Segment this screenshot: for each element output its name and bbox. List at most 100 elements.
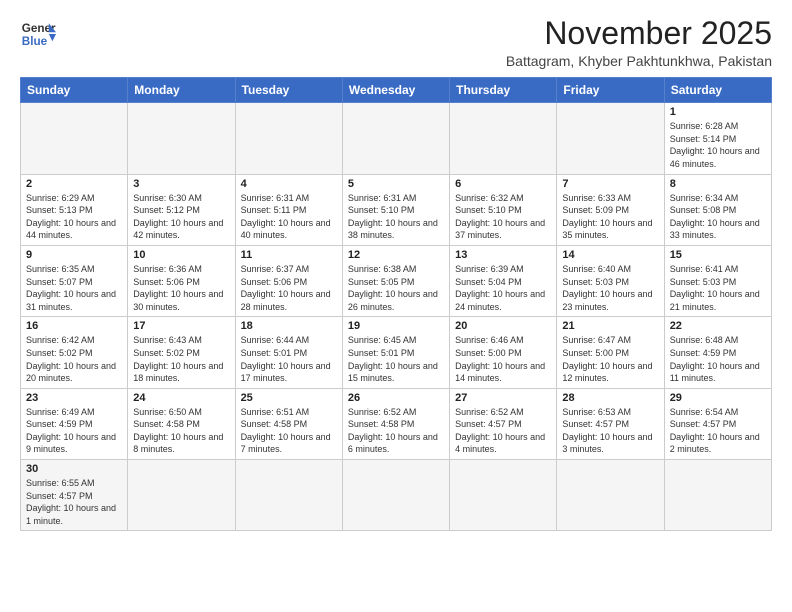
- day-info: Sunrise: 6:46 AM Sunset: 5:00 PM Dayligh…: [455, 334, 551, 384]
- table-row: 28 Sunrise: 6:53 AM Sunset: 4:57 PM Dayli…: [557, 388, 664, 459]
- day-number: 13: [455, 249, 551, 261]
- day-number: 27: [455, 392, 551, 404]
- table-row: 13Sunrise: 6:39 AM Sunset: 5:04 PM Dayli…: [450, 245, 557, 316]
- day-number: 4: [241, 178, 337, 190]
- table-row: 10 Sunrise: 6:36 AM Sunset: 5:06 PM Dayli…: [128, 245, 235, 316]
- day-number: 21: [562, 320, 658, 332]
- day-number: 25: [241, 392, 337, 404]
- day-info: Sunrise: 6:52 AM Sunset: 4:58 PM Dayligh…: [348, 406, 444, 456]
- day-info: Sunrise: 6:44 AM Sunset: 5:01 PM Dayligh…: [241, 334, 337, 384]
- title-block: November 2025 Battagram, Khyber Pakhtunk…: [506, 16, 772, 69]
- day-info: Sunrise: 6:47 AM Sunset: 5:00 PM Dayligh…: [562, 334, 658, 384]
- day-number: 10: [133, 249, 229, 261]
- logo: General Blue: [20, 16, 56, 52]
- table-row: [21, 103, 128, 174]
- calendar-week-row: 1 Sunrise: 6:28 AM Sunset: 5:14 PM Daylig…: [21, 103, 772, 174]
- day-info: Sunrise: 6:34 AM Sunset: 5:08 PM Dayligh…: [670, 192, 766, 242]
- day-number: 18: [241, 320, 337, 332]
- day-info: Sunrise: 6:54 AM Sunset: 4:57 PM Dayligh…: [670, 406, 766, 456]
- day-info: Sunrise: 6:41 AM Sunset: 5:03 PM Dayligh…: [670, 263, 766, 313]
- day-number: 14: [562, 249, 658, 261]
- day-info: Sunrise: 6:31 AM Sunset: 5:10 PM Dayligh…: [348, 192, 444, 242]
- day-info: Sunrise: 6:32 AM Sunset: 5:10 PM Dayligh…: [455, 192, 551, 242]
- table-row: [235, 103, 342, 174]
- header-sunday: Sunday: [21, 78, 128, 103]
- day-number: 3: [133, 178, 229, 190]
- header-friday: Friday: [557, 78, 664, 103]
- day-info: Sunrise: 6:40 AM Sunset: 5:03 PM Dayligh…: [562, 263, 658, 313]
- day-info: Sunrise: 6:38 AM Sunset: 5:05 PM Dayligh…: [348, 263, 444, 313]
- table-row: 22 Sunrise: 6:48 AM Sunset: 4:59 PM Dayli…: [664, 317, 771, 388]
- day-info: Sunrise: 6:28 AM Sunset: 5:14 PM Dayligh…: [670, 120, 766, 170]
- day-number: 7: [562, 178, 658, 190]
- day-info: Sunrise: 6:51 AM Sunset: 4:58 PM Dayligh…: [241, 406, 337, 456]
- header-wednesday: Wednesday: [342, 78, 449, 103]
- calendar-header-row: Sunday Monday Tuesday Wednesday Thursday…: [21, 78, 772, 103]
- table-row: [342, 103, 449, 174]
- day-number: 16: [26, 320, 122, 332]
- table-row: 8 Sunrise: 6:34 AM Sunset: 5:08 PM Daylig…: [664, 174, 771, 245]
- day-info: Sunrise: 6:48 AM Sunset: 4:59 PM Dayligh…: [670, 334, 766, 384]
- table-row: [450, 460, 557, 531]
- day-info: Sunrise: 6:53 AM Sunset: 4:57 PM Dayligh…: [562, 406, 658, 456]
- day-number: 8: [670, 178, 766, 190]
- location-subtitle: Battagram, Khyber Pakhtunkhwa, Pakistan: [506, 53, 772, 69]
- month-year-title: November 2025: [506, 16, 772, 51]
- table-row: 14 Sunrise: 6:40 AM Sunset: 5:03 PM Dayli…: [557, 245, 664, 316]
- calendar-week-row: 9Sunrise: 6:35 AM Sunset: 5:07 PM Daylig…: [21, 245, 772, 316]
- table-row: [450, 103, 557, 174]
- day-number: 6: [455, 178, 551, 190]
- table-row: 21 Sunrise: 6:47 AM Sunset: 5:00 PM Dayli…: [557, 317, 664, 388]
- table-row: 5 Sunrise: 6:31 AM Sunset: 5:10 PM Daylig…: [342, 174, 449, 245]
- day-number: 12: [348, 249, 444, 261]
- table-row: 3 Sunrise: 6:30 AM Sunset: 5:12 PM Daylig…: [128, 174, 235, 245]
- day-info: Sunrise: 6:49 AM Sunset: 4:59 PM Dayligh…: [26, 406, 122, 456]
- day-number: 1: [670, 106, 766, 118]
- day-number: 24: [133, 392, 229, 404]
- day-number: 30: [26, 463, 122, 475]
- table-row: 23 Sunrise: 6:49 AM Sunset: 4:59 PM Dayli…: [21, 388, 128, 459]
- day-number: 29: [670, 392, 766, 404]
- table-row: 6 Sunrise: 6:32 AM Sunset: 5:10 PM Daylig…: [450, 174, 557, 245]
- day-info: Sunrise: 6:43 AM Sunset: 5:02 PM Dayligh…: [133, 334, 229, 384]
- table-row: 11Sunrise: 6:37 AM Sunset: 5:06 PM Dayli…: [235, 245, 342, 316]
- table-row: [557, 103, 664, 174]
- table-row: [557, 460, 664, 531]
- table-row: 2Sunrise: 6:29 AM Sunset: 5:13 PM Daylig…: [21, 174, 128, 245]
- table-row: 24 Sunrise: 6:50 AM Sunset: 4:58 PM Dayli…: [128, 388, 235, 459]
- day-info: Sunrise: 6:45 AM Sunset: 5:01 PM Dayligh…: [348, 334, 444, 384]
- table-row: [342, 460, 449, 531]
- table-row: 19 Sunrise: 6:45 AM Sunset: 5:01 PM Dayli…: [342, 317, 449, 388]
- table-row: 7 Sunrise: 6:33 AM Sunset: 5:09 PM Daylig…: [557, 174, 664, 245]
- day-info: Sunrise: 6:50 AM Sunset: 4:58 PM Dayligh…: [133, 406, 229, 456]
- day-info: Sunrise: 6:55 AM Sunset: 4:57 PM Dayligh…: [26, 477, 122, 527]
- day-number: 28: [562, 392, 658, 404]
- day-info: Sunrise: 6:35 AM Sunset: 5:07 PM Dayligh…: [26, 263, 122, 313]
- calendar-week-row: 16Sunrise: 6:42 AM Sunset: 5:02 PM Dayli…: [21, 317, 772, 388]
- table-row: 12 Sunrise: 6:38 AM Sunset: 5:05 PM Dayli…: [342, 245, 449, 316]
- table-row: 27Sunrise: 6:52 AM Sunset: 4:57 PM Dayli…: [450, 388, 557, 459]
- table-row: [664, 460, 771, 531]
- svg-text:Blue: Blue: [22, 35, 48, 48]
- day-number: 23: [26, 392, 122, 404]
- table-row: 9Sunrise: 6:35 AM Sunset: 5:07 PM Daylig…: [21, 245, 128, 316]
- table-row: 4 Sunrise: 6:31 AM Sunset: 5:11 PM Daylig…: [235, 174, 342, 245]
- day-info: Sunrise: 6:29 AM Sunset: 5:13 PM Dayligh…: [26, 192, 122, 242]
- day-info: Sunrise: 6:30 AM Sunset: 5:12 PM Dayligh…: [133, 192, 229, 242]
- header-thursday: Thursday: [450, 78, 557, 103]
- day-number: 26: [348, 392, 444, 404]
- day-info: Sunrise: 6:33 AM Sunset: 5:09 PM Dayligh…: [562, 192, 658, 242]
- day-number: 11: [241, 249, 337, 261]
- table-row: 29 Sunrise: 6:54 AM Sunset: 4:57 PM Dayli…: [664, 388, 771, 459]
- day-info: Sunrise: 6:31 AM Sunset: 5:11 PM Dayligh…: [241, 192, 337, 242]
- table-row: [235, 460, 342, 531]
- calendar-week-row: 23 Sunrise: 6:49 AM Sunset: 4:59 PM Dayli…: [21, 388, 772, 459]
- day-number: 5: [348, 178, 444, 190]
- table-row: 25 Sunrise: 6:51 AM Sunset: 4:58 PM Dayli…: [235, 388, 342, 459]
- page-header: General Blue November 2025 Battagram, Kh…: [20, 16, 772, 69]
- day-info: Sunrise: 6:36 AM Sunset: 5:06 PM Dayligh…: [133, 263, 229, 313]
- day-number: 19: [348, 320, 444, 332]
- table-row: 1 Sunrise: 6:28 AM Sunset: 5:14 PM Daylig…: [664, 103, 771, 174]
- day-number: 22: [670, 320, 766, 332]
- table-row: [128, 103, 235, 174]
